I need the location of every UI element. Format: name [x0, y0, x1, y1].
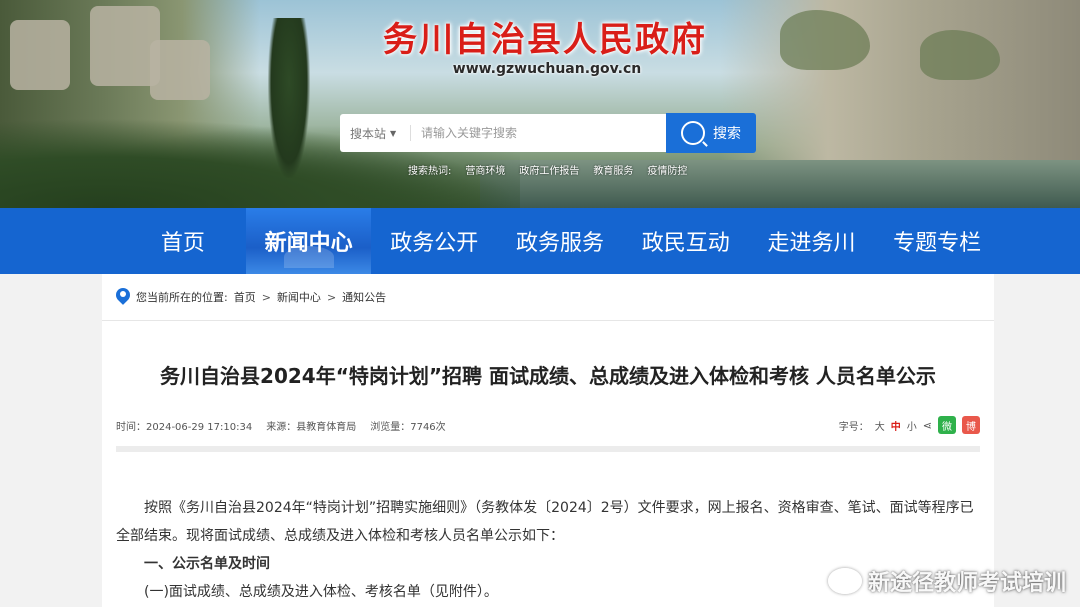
vegetation-shape [920, 30, 1000, 80]
site-title[interactable]: 务川自治县人民政府 [360, 12, 730, 61]
banner-cliff-right [720, 0, 1080, 175]
rock-shape [150, 40, 210, 100]
nav-item-topics[interactable]: 专题专栏 [874, 208, 1000, 274]
divider [410, 125, 411, 141]
hot-word-link[interactable]: 政府工作报告 [519, 162, 579, 177]
banner-tree [268, 18, 310, 178]
article-title: 务川自治县2024年“特岗计划”招聘 面试成绩、总成绩及进入体检和考核 人员名单… [160, 364, 936, 388]
search-scope-dropdown[interactable]: 搜本站 ▼ [340, 125, 410, 142]
weibo-logo-icon [827, 568, 862, 594]
rock-shape [10, 20, 70, 90]
article-card: 您当前所在的位置: 首页 > 新闻中心 > 通知公告 务川自治县2024年“特岗… [102, 274, 994, 607]
search-button-label: 搜索 [713, 126, 741, 142]
font-size-label: 字号： [838, 421, 869, 433]
font-size-small[interactable]: 小 [907, 418, 917, 433]
divider [102, 320, 994, 321]
divider [116, 446, 980, 452]
breadcrumb-link-notices[interactable]: 通知公告 [342, 289, 386, 305]
weibo-share-icon[interactable]: 博 [962, 416, 980, 434]
site-url: www.gzwuchuan.gov.cn [452, 61, 642, 77]
nav-item-gov-affairs[interactable]: 政务公开 [371, 208, 497, 274]
font-size-medium[interactable]: 中 [891, 418, 901, 433]
chevron-down-icon: ▼ [390, 128, 397, 138]
search-bar: 搜本站 ▼ [340, 114, 666, 152]
watermark: 新途径教师考试培训 [827, 565, 1066, 597]
nav-item-news[interactable]: 新闻中心 [245, 208, 372, 274]
breadcrumb-separator: > [326, 290, 337, 304]
breadcrumb: 您当前所在的位置: 首页 > 新闻中心 > 通知公告 [116, 288, 386, 306]
search-input[interactable] [421, 126, 651, 140]
breadcrumb-separator: > [261, 290, 271, 304]
search-button[interactable]: 搜索 [666, 113, 756, 153]
hot-words-label: 搜索热词: [408, 166, 452, 177]
breadcrumb-link-home[interactable]: 首页 [234, 289, 256, 305]
article-tools: 字号： 大 中 小 ⋖ 微 博 [839, 416, 980, 434]
body-paragraph: 按照《务川自治县2024年“特岗计划”招聘实施细则》（务教体发〔2024〕2号）… [116, 500, 974, 544]
view-count: 浏览量：7746次 [370, 422, 446, 433]
article-source: 来源：县教育体育局 [266, 422, 357, 433]
vegetation-shape [780, 10, 870, 70]
header-banner: 务川自治县人民政府 www.gzwuchuan.gov.cn 搜本站 ▼ 搜索 … [0, 0, 1080, 208]
article-meta: 时间：2024-06-29 17:10:34 来源：县教育体育局 浏览量：774… [116, 418, 446, 433]
hot-word-link[interactable]: 营商环境 [465, 162, 505, 177]
nav-item-gov-services[interactable]: 政务服务 [497, 208, 623, 274]
hot-word-link[interactable]: 疫情防控 [647, 162, 687, 177]
hot-word-link[interactable]: 教育服务 [593, 162, 633, 177]
breadcrumb-prefix: 您当前所在的位置: [136, 291, 228, 304]
font-size-large[interactable]: 大 [875, 418, 885, 433]
breadcrumb-link-news[interactable]: 新闻中心 [277, 289, 321, 305]
search-scope-label: 搜本站 [350, 126, 387, 141]
share-icon[interactable]: ⋖ [923, 419, 932, 432]
search-icon [681, 121, 705, 145]
main-nav: 首页 新闻中心 政务公开 政务服务 政民互动 走进务川 专题专栏 [0, 208, 1080, 274]
nav-item-interaction[interactable]: 政民互动 [623, 208, 749, 274]
nav-item-about[interactable]: 走进务川 [749, 208, 875, 274]
nav-list: 首页 新闻中心 政务公开 政务服务 政民互动 走进务川 专题专栏 [120, 208, 1000, 274]
hot-words: 搜索热词: 营商环境 政府工作报告 教育服务 疫情防控 [408, 162, 687, 177]
publish-time: 时间：2024-06-29 17:10:34 [116, 422, 253, 433]
wechat-share-icon[interactable]: 微 [938, 416, 956, 434]
nav-item-home[interactable]: 首页 [120, 208, 246, 274]
location-pin-icon [116, 288, 130, 306]
watermark-text: 新途径教师考试培训 [867, 571, 1066, 596]
